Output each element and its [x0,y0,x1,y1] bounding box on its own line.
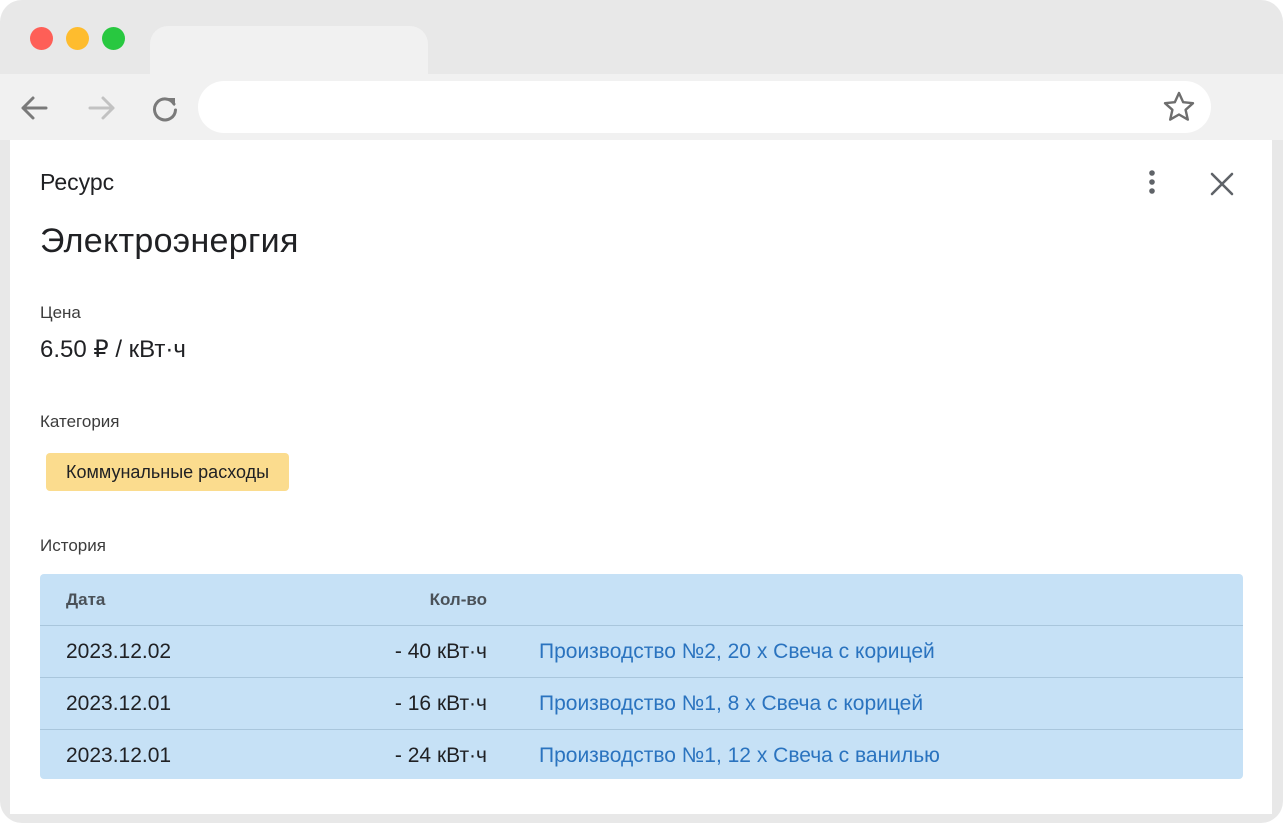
category-chip[interactable]: Коммунальные расходы [46,453,290,491]
browser-window: Ресурс Электроэнергия Цена 6.50 ₽ / кВт·… [0,0,1283,823]
column-header-qty[interactable]: Кол-во [430,590,487,610]
back-arrow-icon[interactable] [16,90,52,126]
row-date: 2023.12.01 [66,692,172,715]
maximize-window-button[interactable] [102,27,125,50]
category-label: Категория [40,412,120,431]
page-title: Электроэнергия [40,222,299,260]
price-label: Цена [40,303,81,322]
more-vert-icon[interactable] [1141,166,1163,200]
row-source-link[interactable]: Производство №1, 8 x Свеча с корицей [539,692,923,716]
price-value: 6.50 ₽ / кВт·ч [40,336,186,363]
table-row: 2023.12.01 - 24 кВт·ч Производство №1, 1… [40,730,1243,779]
table-row: 2023.12.01 - 16 кВт·ч Производство №1, 8… [40,678,1243,730]
history-table: Дата Кол-во 2023.12.02 - 40 кВт·ч Произв… [40,574,1243,779]
forward-arrow-icon[interactable] [84,90,120,126]
browser-tab[interactable] [150,26,428,76]
close-window-button[interactable] [30,27,53,50]
address-bar[interactable] [198,81,1211,133]
row-source-link[interactable]: Производство №2, 20 x Свеча с корицей [539,640,935,664]
resource-panel: Ресурс Электроэнергия Цена 6.50 ₽ / кВт·… [10,140,1272,814]
row-qty: - 16 кВт·ч [394,692,487,715]
panel-overline: Ресурс [40,169,115,195]
row-qty: - 40 кВт·ч [394,640,487,663]
row-qty: - 24 кВт·ч [394,744,487,767]
row-source-link[interactable]: Производство №1, 12 x Свеча с ванилью [539,744,940,768]
row-date: 2023.12.02 [66,640,172,663]
star-icon[interactable] [1161,89,1197,125]
window-controls [30,27,125,50]
table-header: Дата Кол-во [40,574,1243,626]
close-icon[interactable] [1206,168,1238,200]
minimize-window-button[interactable] [66,27,89,50]
reload-icon[interactable] [147,90,183,126]
row-date: 2023.12.01 [66,744,172,767]
history-label: История [40,536,106,555]
column-header-date[interactable]: Дата [66,590,105,610]
table-row: 2023.12.02 - 40 кВт·ч Производство №2, 2… [40,626,1243,678]
